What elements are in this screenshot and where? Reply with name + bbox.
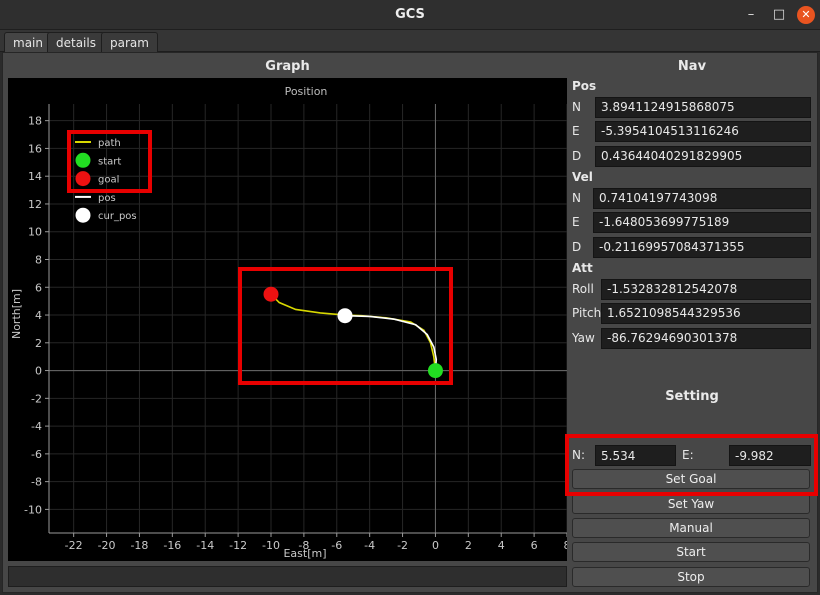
pos-d-label: D: [572, 149, 582, 163]
y-tick-label: -2: [31, 392, 42, 405]
att-roll-field[interactable]: -1.532832812542078: [601, 279, 811, 300]
x-tick-label: 6: [531, 539, 538, 552]
goal-n-input[interactable]: [595, 445, 676, 466]
pos-heading: Pos: [572, 79, 597, 93]
tab-bar: main details param: [0, 30, 820, 52]
setting-section-title: Setting: [665, 389, 719, 404]
pos-e-field[interactable]: -5.3954104513116246: [595, 121, 811, 142]
title-bar: GCS – □ ✕: [0, 0, 820, 30]
y-tick-label: 6: [35, 281, 42, 294]
y-tick-label: -8: [31, 476, 42, 489]
x-tick-label: 2: [465, 539, 472, 552]
x-tick-label: -6: [331, 539, 342, 552]
series-cur_pos-marker: [337, 308, 353, 324]
y-tick-label: 14: [28, 170, 42, 183]
series-start-marker: [427, 363, 443, 379]
position-plot[interactable]: Position East[m] North[m] -22 -20 -18 -16 -1…: [8, 78, 567, 561]
legend-start-swatch: [75, 152, 91, 168]
y-tick-label: 0: [35, 365, 42, 378]
y-tick-label: 2: [35, 337, 42, 350]
y-tick-label: 12: [28, 198, 42, 211]
att-roll-label: Roll: [572, 282, 594, 296]
x-tick-label: -18: [130, 539, 148, 552]
maximize-icon[interactable]: □: [770, 6, 788, 24]
vel-e-field[interactable]: -1.648053699775189: [593, 212, 811, 233]
series-goal-marker: [263, 286, 279, 302]
x-tick-label: -8: [298, 539, 309, 552]
x-tick-label: -14: [196, 539, 214, 552]
tab-details[interactable]: details: [47, 32, 105, 52]
x-tick-label: -16: [163, 539, 181, 552]
y-tick-label: -6: [31, 448, 42, 461]
vel-e-label: E: [572, 215, 580, 229]
pos-e-label: E: [572, 124, 580, 138]
x-tick-label: 8: [564, 539, 568, 552]
x-tick-label: -20: [98, 539, 116, 552]
position-chart[interactable]: Position East[m] North[m] -22 -20 -18 -16 -1…: [8, 78, 567, 561]
status-bar: [8, 566, 567, 587]
start-button[interactable]: Start: [572, 542, 810, 562]
x-tick-label: -12: [229, 539, 247, 552]
att-pitch-label: Pitch: [572, 306, 602, 320]
nav-section-title: Nav: [677, 59, 707, 74]
pos-d-field[interactable]: 0.43644040291829905: [595, 146, 811, 167]
y-axis-label: North[m]: [10, 289, 23, 339]
vel-d-field[interactable]: -0.21169957084371355: [593, 237, 811, 258]
y-tick-label: 8: [35, 253, 42, 266]
x-tick-label: -10: [262, 539, 280, 552]
stop-button[interactable]: Stop: [572, 567, 810, 587]
legend-start-label: start: [98, 156, 121, 167]
x-tick-label: -2: [397, 539, 408, 552]
window-title: GCS: [395, 7, 425, 22]
pos-n-label: N: [572, 100, 581, 114]
y-tick-label: 18: [28, 115, 42, 128]
vel-n-field[interactable]: 0.74104197743098: [593, 188, 811, 209]
graph-section-title: Graph: [265, 59, 310, 74]
y-tick-label: -4: [31, 420, 42, 433]
vel-heading: Vel: [572, 170, 593, 184]
att-pitch-field[interactable]: 1.6521098544329536: [601, 303, 811, 324]
close-icon[interactable]: ✕: [797, 6, 815, 24]
legend-pos-label: pos: [98, 193, 116, 204]
y-tick-label: 4: [35, 309, 42, 322]
pos-n-field[interactable]: 3.8941124915868075: [595, 97, 811, 118]
vel-n-label: N: [572, 191, 581, 205]
tab-main[interactable]: main: [4, 32, 52, 52]
legend-cur_pos-swatch: [75, 207, 91, 223]
goal-e-input[interactable]: [729, 445, 811, 466]
att-heading: Att: [572, 261, 593, 275]
y-tick-label: -10: [24, 503, 42, 516]
legend-path-label: path: [98, 138, 121, 149]
legend-goal-swatch: [75, 171, 91, 187]
y-tick-label: 16: [28, 142, 42, 155]
vel-d-label: D: [572, 240, 582, 254]
y-tick-label: 10: [28, 226, 42, 239]
manual-button[interactable]: Manual: [572, 518, 810, 538]
att-yaw-field[interactable]: -86.76294690301378: [601, 328, 811, 349]
att-yaw-label: Yaw: [572, 331, 595, 345]
x-tick-label: -4: [364, 539, 375, 552]
series-path-line: [270, 293, 437, 371]
x-tick-label: 4: [498, 539, 505, 552]
set-goal-button[interactable]: Set Goal: [572, 469, 810, 489]
legend-goal-label: goal: [98, 175, 119, 186]
tab-param[interactable]: param: [101, 32, 158, 52]
x-tick-label: -22: [65, 539, 83, 552]
goal-n-label: N:: [572, 448, 586, 462]
plot-title: Position: [285, 85, 328, 98]
minimize-icon[interactable]: –: [742, 6, 760, 24]
x-tick-label: 0: [432, 539, 439, 552]
set-yaw-button[interactable]: Set Yaw: [572, 494, 810, 514]
goal-e-label: E:: [682, 448, 694, 462]
legend-cur_pos-label: cur_pos: [98, 211, 137, 222]
